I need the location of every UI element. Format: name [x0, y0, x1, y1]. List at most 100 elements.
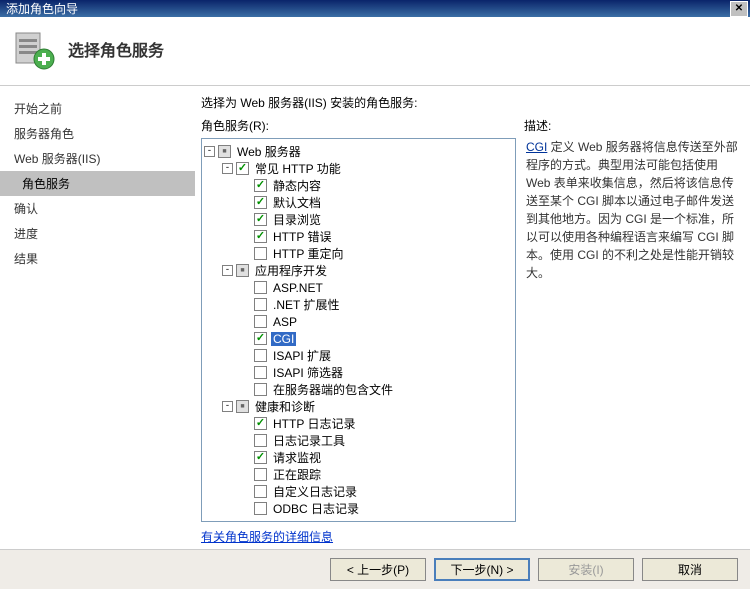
tree-row: - 应用程序开发	[204, 262, 513, 279]
collapse-icon[interactable]: -	[222, 401, 233, 412]
checkbox[interactable]	[254, 417, 267, 430]
checkbox[interactable]	[254, 230, 267, 243]
checkbox[interactable]	[254, 349, 267, 362]
tree-label[interactable]: 正在跟踪	[271, 466, 323, 483]
tree-label[interactable]: HTTP 重定向	[271, 245, 345, 262]
checkbox[interactable]	[254, 179, 267, 192]
tree-row: 目录浏览	[204, 211, 513, 228]
tree-label[interactable]: ASP	[271, 315, 299, 329]
checkbox[interactable]	[254, 434, 267, 447]
checkbox[interactable]	[254, 298, 267, 311]
description-panel: CGI 定义 Web 服务器将信息传送至外部程序的方式。典型用法可能包括使用 W…	[524, 138, 740, 522]
checkbox[interactable]	[254, 281, 267, 294]
tree-row: ISAPI 筛选器	[204, 364, 513, 381]
tree-row: 自定义日志记录	[204, 483, 513, 500]
tree-label[interactable]: Web 服务器	[235, 143, 303, 160]
tree-label: 角色服务(R):	[201, 117, 516, 134]
checkbox[interactable]	[236, 400, 249, 413]
checkbox[interactable]	[254, 213, 267, 226]
titlebar: 添加角色向导 ✕	[0, 0, 750, 17]
tree-row: 在服务器端的包含文件	[204, 381, 513, 398]
tree-label[interactable]: CGI	[271, 332, 296, 346]
tree-row: HTTP 日志记录	[204, 415, 513, 432]
desc-link[interactable]: CGI	[526, 140, 547, 154]
checkbox[interactable]	[254, 468, 267, 481]
main-area: 开始之前服务器角色Web 服务器(IIS)角色服务确认进度结果 选择为 Web …	[0, 86, 750, 549]
more-info-link[interactable]: 有关角色服务的详细信息	[201, 530, 333, 544]
prev-button[interactable]: < 上一步(P)	[330, 558, 426, 581]
tree-label[interactable]: HTTP 错误	[271, 228, 333, 245]
tree-row: - Web 服务器	[204, 143, 513, 160]
sidebar-item[interactable]: 结果	[0, 246, 195, 271]
checkbox[interactable]	[218, 145, 231, 158]
checkbox[interactable]	[254, 247, 267, 260]
sidebar-item[interactable]: Web 服务器(IIS)	[0, 146, 195, 171]
desc-label: 描述:	[524, 117, 551, 134]
page-title: 选择角色服务	[68, 37, 164, 61]
header: 选择角色服务	[0, 17, 750, 86]
tree-label[interactable]: 日志记录工具	[271, 432, 347, 449]
tree-row: HTTP 错误	[204, 228, 513, 245]
tree-row: ODBC 日志记录	[204, 500, 513, 517]
tree-label[interactable]: ISAPI 扩展	[271, 347, 333, 364]
tree-label[interactable]: 应用程序开发	[253, 262, 329, 279]
content: 选择为 Web 服务器(IIS) 安装的角色服务: 角色服务(R): 描述: -…	[195, 86, 750, 549]
cancel-button[interactable]: 取消	[642, 558, 738, 581]
close-button[interactable]: ✕	[730, 1, 748, 17]
prompt-text: 选择为 Web 服务器(IIS) 安装的角色服务:	[201, 94, 740, 111]
tree-label[interactable]: ASP.NET	[271, 281, 325, 295]
collapse-icon[interactable]: -	[204, 146, 215, 157]
tree-label[interactable]: 在服务器端的包含文件	[271, 381, 395, 398]
description-text: CGI 定义 Web 服务器将信息传送至外部程序的方式。典型用法可能包括使用 W…	[526, 138, 738, 282]
collapse-icon[interactable]: -	[222, 163, 233, 174]
tree-label[interactable]: 目录浏览	[271, 211, 323, 228]
checkbox[interactable]	[254, 502, 267, 515]
tree-label[interactable]: .NET 扩展性	[271, 296, 341, 313]
desc-body: 定义 Web 服务器将信息传送至外部程序的方式。典型用法可能包括使用 Web 表…	[526, 140, 738, 280]
tree-label[interactable]: 健康和诊断	[253, 398, 317, 415]
tree-row: 默认文档	[204, 194, 513, 211]
tree-row: ISAPI 扩展	[204, 347, 513, 364]
tree-label[interactable]: 默认文档	[271, 194, 323, 211]
tree-row: .NET 扩展性	[204, 296, 513, 313]
checkbox[interactable]	[254, 332, 267, 345]
tree-row: 静态内容	[204, 177, 513, 194]
tree-row: ASP.NET	[204, 279, 513, 296]
button-bar: < 上一步(P) 下一步(N) > 安装(I) 取消	[0, 549, 750, 589]
window-title: 添加角色向导	[6, 0, 78, 17]
tree-label[interactable]: 静态内容	[271, 177, 323, 194]
sidebar-item[interactable]: 进度	[0, 221, 195, 246]
sidebar-item[interactable]: 角色服务	[0, 171, 195, 196]
sidebar-item[interactable]: 服务器角色	[0, 121, 195, 146]
tree-row: 请求监视	[204, 449, 513, 466]
checkbox[interactable]	[236, 264, 249, 277]
checkbox[interactable]	[254, 366, 267, 379]
tree-row: HTTP 重定向	[204, 245, 513, 262]
tree-row: - 健康和诊断	[204, 398, 513, 415]
wizard-icon	[12, 27, 56, 71]
checkbox[interactable]	[254, 485, 267, 498]
tree-label[interactable]: ODBC 日志记录	[271, 500, 361, 517]
tree-label[interactable]: ISAPI 筛选器	[271, 364, 345, 381]
checkbox[interactable]	[236, 162, 249, 175]
role-services-tree[interactable]: -Web 服务器-常见 HTTP 功能静态内容默认文档目录浏览HTTP 错误HT…	[201, 138, 516, 522]
sidebar-item[interactable]: 开始之前	[0, 96, 195, 121]
checkbox[interactable]	[254, 315, 267, 328]
tree-label[interactable]: HTTP 日志记录	[271, 415, 357, 432]
sidebar-item[interactable]: 确认	[0, 196, 195, 221]
tree-row: ASP	[204, 313, 513, 330]
tree-row: - 常见 HTTP 功能	[204, 160, 513, 177]
tree-label[interactable]: 自定义日志记录	[271, 483, 359, 500]
tree-label[interactable]: 常见 HTTP 功能	[253, 160, 343, 177]
checkbox[interactable]	[254, 196, 267, 209]
checkbox[interactable]	[254, 383, 267, 396]
checkbox[interactable]	[254, 451, 267, 464]
install-button: 安装(I)	[538, 558, 634, 581]
tree-row: 正在跟踪	[204, 466, 513, 483]
collapse-icon[interactable]: -	[222, 265, 233, 276]
wizard-window: 添加角色向导 ✕ 选择角色服务 开始之前服务器角色Web 服务器(IIS)角色服…	[0, 0, 750, 551]
next-button[interactable]: 下一步(N) >	[434, 558, 530, 581]
tree-label[interactable]: 请求监视	[271, 449, 323, 466]
sidebar: 开始之前服务器角色Web 服务器(IIS)角色服务确认进度结果	[0, 86, 195, 549]
tree-row: 日志记录工具	[204, 432, 513, 449]
